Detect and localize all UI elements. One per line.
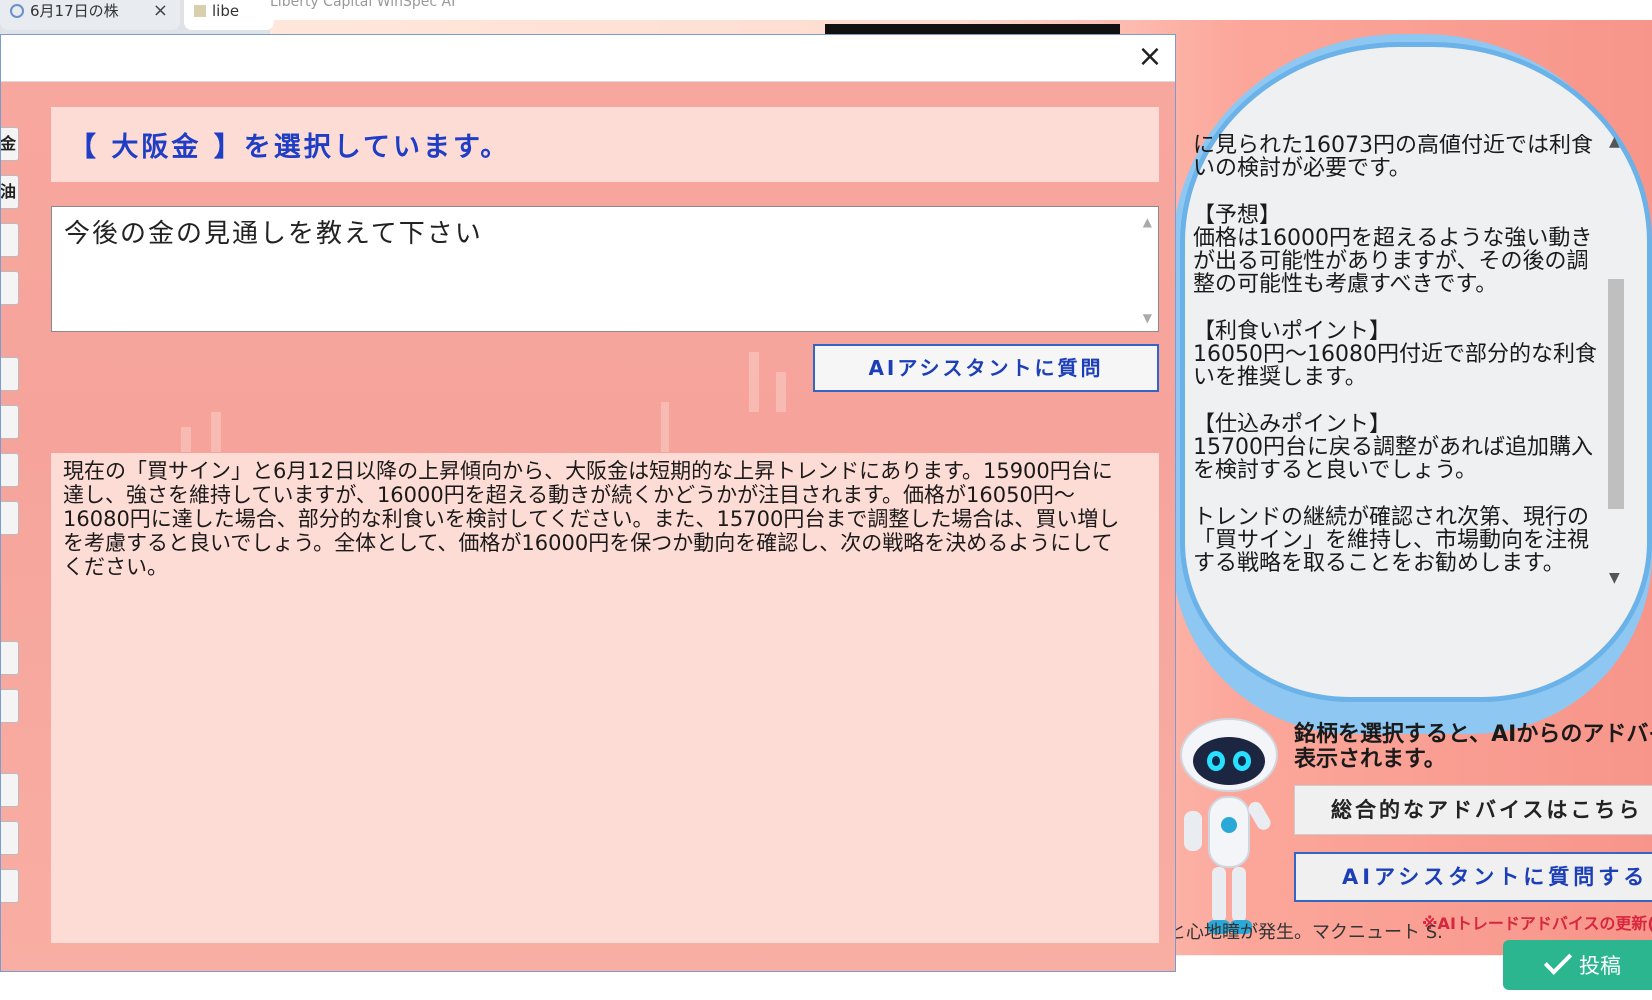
chart-decoration [211, 412, 221, 452]
advice-hint-line-1: 銘柄を選択すると、AIからのアドバイ [1294, 722, 1652, 747]
question-input-value: 今後の金の見通しを教えて下さい [64, 219, 483, 249]
post-button-label: 投稿 [1579, 954, 1621, 978]
advice-hint-text: 銘柄を選択すると、AIからのアドバイ 表示されます。 [1294, 722, 1652, 772]
scrollbar-thumb[interactable] [1608, 279, 1624, 509]
advice-paragraph: 【予想】 価格は16000円を超えるような強い動きが出る可能性がありますが、その… [1193, 203, 1593, 297]
scroll-up-icon[interactable]: ▲ [1609, 134, 1620, 150]
check-icon [1543, 946, 1573, 975]
advice-paragraph: トレンドの継続が確認され次第、現行の「買サイン」を維持し、市場動向を注視する戦略… [1193, 505, 1590, 576]
address-area: Liberty Capital WinSpec AI [256, 0, 1652, 20]
browser-tab-1-title: 6月17日の株 [30, 2, 119, 20]
advice-paragraph: 【仕込みポイント】 15700円台に戻る調整があれば追加購入を検討すると良いでし… [1193, 412, 1593, 483]
chart-decoration [776, 372, 786, 412]
advice-text-area[interactable]: に見られた16073円の高値付近では利食いの検討が必要です。 【予想】 価格は1… [1193, 134, 1598, 586]
advice-paragraph: 【利食いポイント】 16050円～16080円付近で部分的な利食いを推奨します。 [1193, 319, 1597, 390]
scroll-down-icon[interactable]: ▼ [1143, 311, 1152, 325]
browser-tab-1[interactable]: 6月17日の株 × [0, 0, 180, 30]
left-button[interactable]: 油 [1, 175, 19, 209]
left-button[interactable] [1, 821, 19, 855]
selection-banner: 【 大阪金 】を選択しています。 [51, 107, 1159, 182]
advice-hint-line-2: 表示されます。 [1294, 747, 1446, 772]
left-button[interactable] [1, 271, 19, 305]
close-icon[interactable]: × [1133, 41, 1167, 75]
left-button[interactable] [1, 869, 19, 903]
screen: 6月17日の株 × libe Liberty Capital WinSpec A… [0, 0, 1652, 1000]
left-button[interactable] [1, 641, 19, 675]
loading-icon [10, 4, 24, 18]
tab-close-icon[interactable]: × [153, 0, 168, 22]
scroll-down-icon[interactable]: ▼ [1609, 570, 1620, 586]
answer-text: 現在の「買サイン」と6月12日以降の上昇傾向から、大阪金は短期的な上昇トレンドに… [63, 459, 1120, 579]
advice-paragraph: に見られた16073円の高値付近では利食いの検討が必要です。 [1193, 134, 1593, 181]
advice-scrollbar[interactable]: ▲ ▼ [1604, 134, 1628, 586]
browser-tab-2-title: libe [212, 2, 240, 20]
robot-mascot-icon [1180, 718, 1278, 934]
scroll-up-icon[interactable]: ▲ [1143, 215, 1152, 229]
left-button[interactable] [1, 773, 19, 807]
question-input[interactable]: 今後の金の見通しを教えて下さい ▲ ▼ [51, 206, 1159, 332]
left-button[interactable]: 金 [1, 127, 19, 161]
chart-decoration [181, 427, 191, 452]
left-button[interactable] [1, 453, 19, 487]
chart-decoration [749, 352, 759, 412]
post-button[interactable]: 投稿 [1503, 940, 1652, 990]
left-button[interactable] [1, 357, 19, 391]
page-title-text: Liberty Capital WinSpec AI [270, 0, 456, 10]
left-button[interactable] [1, 689, 19, 723]
selection-text: 【 大阪金 】を選択しています。 [69, 132, 511, 163]
chart-decoration [661, 402, 669, 452]
left-button[interactable] [1, 501, 19, 535]
left-button[interactable] [1, 405, 19, 439]
page-bottom-text: 線と心地瞳が発生。マクニュート S. [1150, 922, 1443, 943]
ai-question-dialog: × 金 油 【 大阪金 】を選択しています。 今後の金の見通しを教えて下さい ▲… [0, 34, 1176, 972]
dialog-titlebar: × [1, 35, 1175, 82]
ask-ai-button[interactable]: AIアシスタントに質問 [813, 344, 1159, 392]
overall-advice-button[interactable]: 総合的なアドバイスはこちら [1294, 785, 1652, 835]
ask-ai-assistant-button[interactable]: AIアシスタントに質問する [1294, 852, 1652, 902]
left-button[interactable] [1, 223, 19, 257]
answer-output[interactable]: 現在の「買サイン」と6月12日以降の上昇傾向から、大阪金は短期的な上昇トレンドに… [51, 453, 1159, 943]
update-note-text: ※AIトレードアドバイスの更新( [1422, 914, 1652, 933]
page-icon [194, 5, 206, 17]
browser-tab-strip: 6月17日の株 × libe [0, 0, 274, 34]
